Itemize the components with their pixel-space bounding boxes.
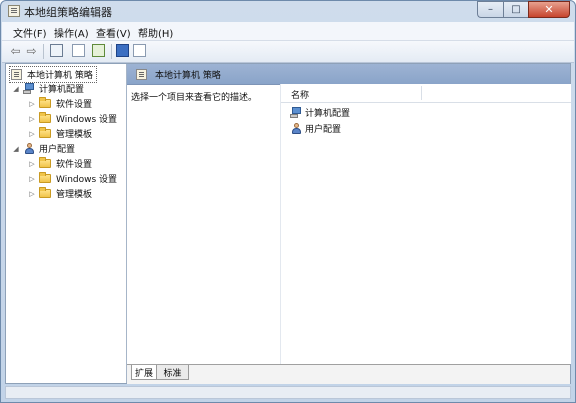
tree-item-computer-admin-templates[interactable]: ▷ 管理模板 bbox=[28, 126, 92, 141]
minimize-button[interactable]: – bbox=[477, 1, 503, 18]
collapsed-triangle-icon[interactable]: ▷ bbox=[28, 115, 36, 123]
folder-icon bbox=[39, 187, 51, 198]
collapsed-triangle-icon[interactable]: ▷ bbox=[28, 130, 36, 138]
view-tabs: 扩展 标准 bbox=[127, 364, 570, 384]
details-pane: 本地计算机 策略 选择一个项目来查看它的描述。 名称 计算机配置 用户配置 扩展… bbox=[127, 64, 571, 384]
details-header: 本地计算机 策略 bbox=[127, 64, 570, 85]
console-content: 本地计算机 策略 ◢ 计算机配置 ▷ 软件设置 ▷ Windows 设置 ▷ 管… bbox=[5, 63, 571, 384]
folder-icon bbox=[39, 172, 51, 183]
expanded-triangle-icon[interactable]: ◢ bbox=[12, 85, 20, 93]
list-item-computer-config[interactable]: 计算机配置 bbox=[290, 105, 350, 119]
folder-icon bbox=[39, 97, 51, 108]
menu-bar: 文件(F) 操作(A) 查看(V) 帮助(H) bbox=[2, 22, 574, 41]
policy-editor-app-icon bbox=[8, 5, 20, 17]
folder-icon bbox=[39, 157, 51, 168]
collapsed-triangle-icon[interactable]: ▷ bbox=[28, 160, 36, 168]
forward-arrow-icon[interactable]: ⇨ bbox=[24, 43, 39, 58]
list-item-label: 用户配置 bbox=[305, 124, 342, 135]
tree-item-label: 计算机配置 bbox=[39, 85, 85, 95]
tab-extended[interactable]: 扩展 bbox=[131, 365, 157, 380]
menu-help[interactable]: 帮助(H) bbox=[138, 25, 173, 40]
list-header: 名称 bbox=[281, 84, 571, 103]
window-title: 本地组策略编辑器 bbox=[24, 6, 112, 19]
policy-icon bbox=[11, 69, 22, 80]
collapsed-triangle-icon[interactable]: ▷ bbox=[28, 100, 36, 108]
tree-item-label: Windows 设置 bbox=[56, 115, 118, 125]
help-icon[interactable] bbox=[116, 44, 129, 57]
maximize-button[interactable]: □ bbox=[503, 1, 528, 18]
toolbar: ⇦ ⇨ bbox=[2, 41, 574, 63]
column-divider[interactable] bbox=[421, 86, 422, 100]
menu-action[interactable]: 操作(A) bbox=[54, 25, 89, 40]
properties-icon[interactable] bbox=[72, 44, 85, 57]
column-header-name[interactable]: 名称 bbox=[291, 88, 309, 101]
close-button[interactable]: ✕ bbox=[528, 1, 570, 18]
tree-item-computer-config[interactable]: ◢ 计算机配置 bbox=[12, 81, 84, 96]
export-list-icon[interactable] bbox=[92, 44, 105, 57]
tree-item-label: 管理模板 bbox=[56, 130, 93, 140]
show-action-pane-icon[interactable] bbox=[133, 44, 146, 57]
tree-item-user-windows-settings[interactable]: ▷ Windows 设置 bbox=[28, 171, 117, 186]
computer-icon bbox=[23, 83, 35, 94]
tree-item-label: 本地计算机 策略 bbox=[27, 71, 93, 81]
tree-item-user-software-settings[interactable]: ▷ 软件设置 bbox=[28, 156, 92, 171]
menu-file[interactable]: 文件(F) bbox=[13, 25, 47, 40]
tree-item-user-admin-templates[interactable]: ▷ 管理模板 bbox=[28, 186, 92, 201]
tab-standard[interactable]: 标准 bbox=[157, 365, 189, 380]
collapsed-triangle-icon[interactable]: ▷ bbox=[28, 190, 36, 198]
tree-item-computer-windows-settings[interactable]: ▷ Windows 设置 bbox=[28, 111, 117, 126]
tree-item-user-config[interactable]: ◢ 用户配置 bbox=[12, 141, 75, 156]
description-text: 选择一个项目来查看它的描述。 bbox=[131, 93, 258, 103]
status-bar bbox=[5, 386, 571, 399]
main-window: 本地组策略编辑器 – □ ✕ 文件(F) 操作(A) 查看(V) 帮助(H) ⇦… bbox=[0, 0, 576, 403]
collapsed-triangle-icon[interactable]: ▷ bbox=[28, 175, 36, 183]
tree-item-label: 软件设置 bbox=[56, 160, 93, 170]
tree-item-label: Windows 设置 bbox=[56, 175, 118, 185]
title-bar[interactable]: 本地组策略编辑器 – □ ✕ bbox=[1, 1, 575, 22]
user-icon bbox=[290, 122, 302, 134]
computer-icon bbox=[290, 106, 302, 118]
list-item-label: 计算机配置 bbox=[305, 108, 351, 119]
tree-item-label: 用户配置 bbox=[39, 145, 76, 155]
caption-buttons: – □ ✕ bbox=[477, 1, 570, 19]
toolbar-separator bbox=[111, 44, 112, 59]
menu-view[interactable]: 查看(V) bbox=[96, 25, 131, 40]
list-item-user-config[interactable]: 用户配置 bbox=[290, 121, 341, 135]
folder-icon bbox=[39, 112, 51, 123]
folder-icon bbox=[39, 127, 51, 138]
user-icon bbox=[23, 143, 35, 154]
toolbar-separator bbox=[43, 44, 44, 59]
items-list: 名称 计算机配置 用户配置 bbox=[280, 84, 571, 364]
expanded-triangle-icon[interactable]: ◢ bbox=[12, 145, 20, 153]
back-arrow-icon[interactable]: ⇦ bbox=[8, 43, 23, 58]
show-tree-icon[interactable] bbox=[50, 44, 63, 57]
details-header-title: 本地计算机 策略 bbox=[155, 70, 221, 81]
tree-item-label: 管理模板 bbox=[56, 190, 93, 200]
policy-icon bbox=[136, 68, 147, 80]
navigation-tree: 本地计算机 策略 ◢ 计算机配置 ▷ 软件设置 ▷ Windows 设置 ▷ 管… bbox=[6, 64, 127, 383]
tree-item-computer-software-settings[interactable]: ▷ 软件设置 bbox=[28, 96, 92, 111]
tree-item-label: 软件设置 bbox=[56, 100, 93, 110]
